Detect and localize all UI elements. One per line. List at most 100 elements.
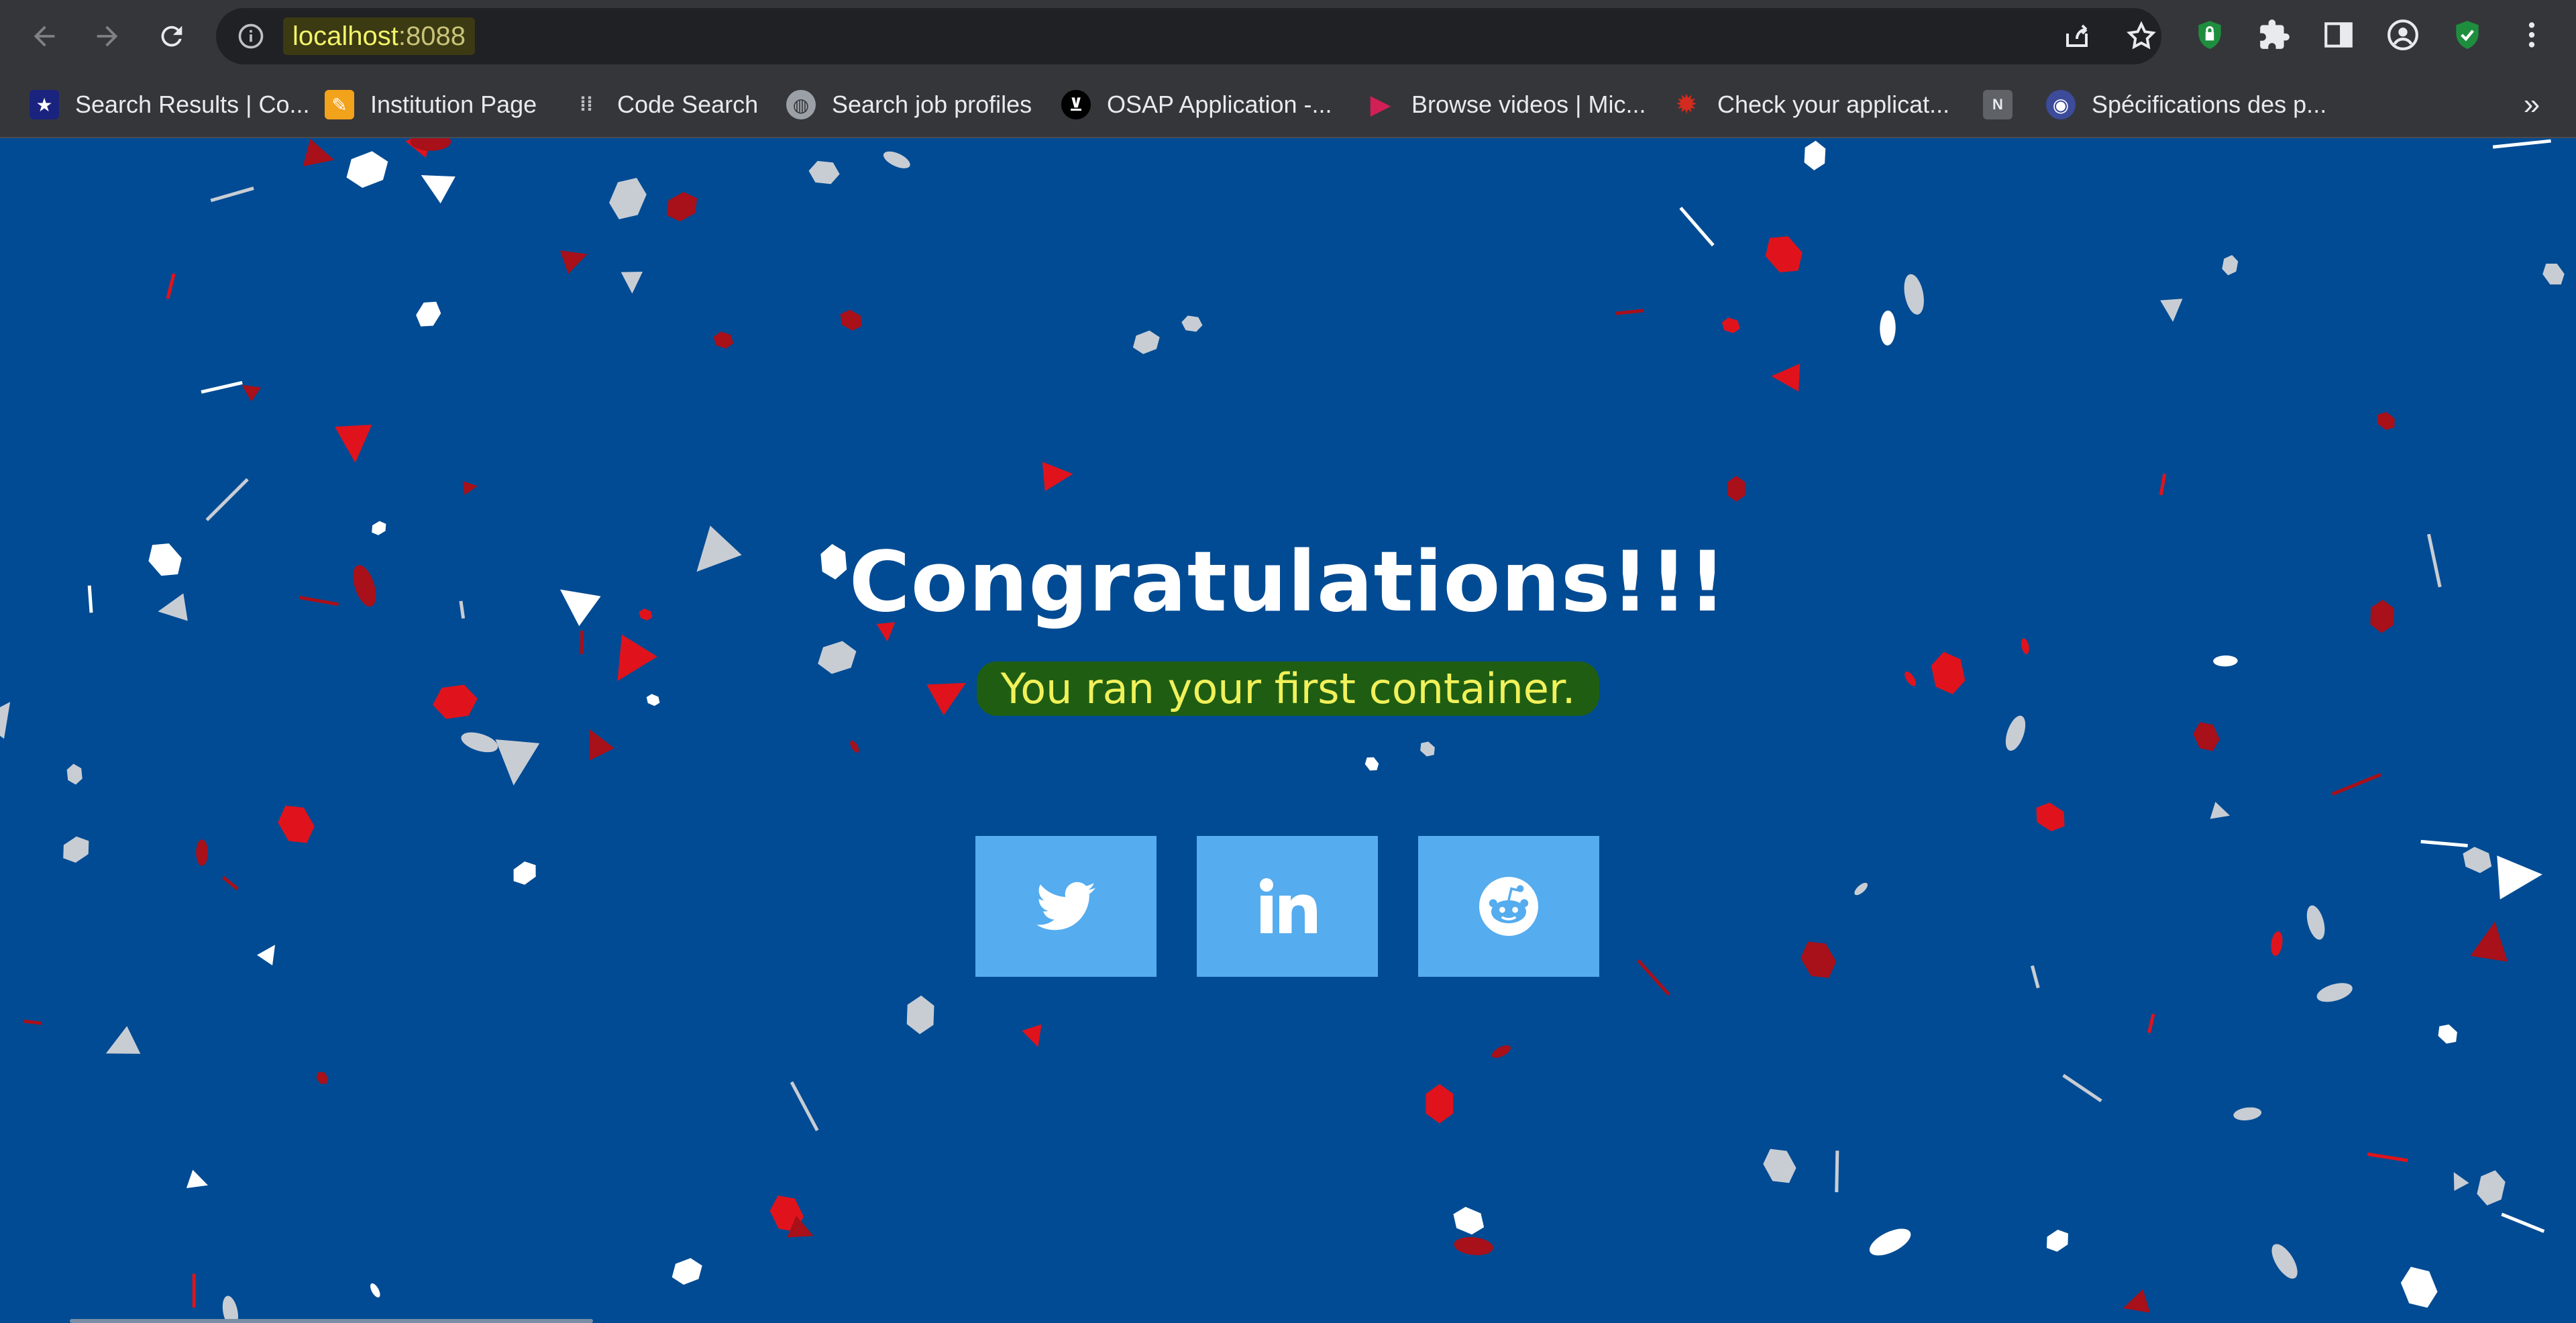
info-icon[interactable] xyxy=(236,21,266,51)
confetti-piece xyxy=(713,331,734,349)
confetti-piece xyxy=(105,1026,141,1054)
confetti-piece xyxy=(2463,847,2492,874)
confetti-piece xyxy=(1022,1024,1042,1047)
more-bookmarks-chevron-icon[interactable]: » xyxy=(2517,90,2546,119)
reload-button[interactable] xyxy=(150,15,193,58)
bookmark-label: Search job profiles xyxy=(832,91,1032,118)
reload-icon xyxy=(161,25,182,47)
extension-shield-icon[interactable] xyxy=(2190,15,2230,55)
linkedin-icon xyxy=(1260,878,1317,933)
subtitle-wrap: You ran your first container. xyxy=(0,662,2576,716)
confetti-piece xyxy=(201,380,243,394)
bookmark-item[interactable]: ▶ Browse videos | Mic... xyxy=(1366,85,1646,125)
bookmark-label: OSAP Application -... xyxy=(1107,91,1332,118)
n-icon: N xyxy=(1983,90,2012,119)
twitter-icon xyxy=(1036,882,1095,931)
horizontal-scrollbar[interactable] xyxy=(70,1319,593,1323)
confetti-piece xyxy=(1804,140,1826,170)
confetti-piece xyxy=(1880,310,1896,346)
confetti-piece xyxy=(2222,255,2239,276)
confetti-piece xyxy=(1454,1236,1493,1255)
url-host: localhost xyxy=(292,21,398,51)
confetti-piece xyxy=(2420,839,2468,847)
confetti-piece xyxy=(2160,299,2183,322)
confetti-piece xyxy=(808,160,840,184)
confetti-piece xyxy=(1765,236,1803,273)
confetti-piece xyxy=(2005,715,2026,751)
confetti-piece xyxy=(1453,1206,1485,1235)
url-port: :8088 xyxy=(398,21,466,51)
confetti-piece xyxy=(462,481,478,495)
confetti-piece xyxy=(2501,1212,2545,1233)
confetti-piece xyxy=(2030,965,2040,989)
profile-avatar-icon[interactable] xyxy=(2383,15,2423,55)
page-content: Congratulations!!! You ran your first co… xyxy=(0,138,2576,1323)
address-bar[interactable]: localhost:8088 xyxy=(216,8,2161,64)
bookmark-item[interactable]: ★ Search Results | Co... xyxy=(30,85,310,125)
menu-kebab-icon[interactable] xyxy=(2512,15,2552,55)
confetti-piece xyxy=(2453,1172,2469,1191)
globe-icon: ◍ xyxy=(786,90,816,119)
confetti-animation xyxy=(0,138,2565,1323)
confetti-piece xyxy=(2233,1107,2262,1121)
bookmark-label: Code Search xyxy=(617,91,759,118)
confetti-piece xyxy=(205,478,249,521)
confetti-piece xyxy=(2477,1170,2506,1206)
confetti-piece xyxy=(495,739,540,786)
confetti-piece xyxy=(370,1283,380,1298)
confetti-piece xyxy=(2497,855,2542,900)
confetti-piece xyxy=(1763,1149,1796,1183)
bookmark-item[interactable]: N xyxy=(1983,85,2029,125)
bookmark-item[interactable]: ✹ Check your applicat... xyxy=(1672,85,1949,125)
confetti-piece xyxy=(2331,773,2381,796)
forward-button[interactable] xyxy=(86,15,129,58)
confetti-piece xyxy=(513,861,536,885)
confetti-piece xyxy=(421,175,455,204)
bookmark-item[interactable]: ◉ Spécifications des p... xyxy=(2046,85,2326,125)
security-check-icon[interactable] xyxy=(2447,15,2487,55)
confetti-piece xyxy=(2021,638,2029,655)
bookmark-star-icon[interactable] xyxy=(2125,20,2157,52)
confetti-piece xyxy=(2159,473,2167,496)
confetti-piece xyxy=(210,187,254,203)
star-flag-icon: ★ xyxy=(30,90,59,119)
confetti-piece xyxy=(906,995,934,1035)
bookmark-label: Check your applicat... xyxy=(1717,91,1950,118)
back-button[interactable] xyxy=(23,15,66,58)
confetti-piece xyxy=(2400,1267,2438,1308)
eye-icon: ◉ xyxy=(2046,90,2076,119)
confetti-piece xyxy=(222,876,239,890)
bookmark-item[interactable]: ⊻ OSAP Application -... xyxy=(1061,85,1332,125)
bookmark-item[interactable]: ◍ Search job profiles xyxy=(786,85,1032,125)
confetti-piece xyxy=(1771,363,1801,392)
linkedin-share-button[interactable] xyxy=(1197,836,1378,977)
side-panel-icon[interactable] xyxy=(2318,15,2359,55)
confetti-piece xyxy=(1132,330,1160,354)
confetti-piece xyxy=(257,945,276,965)
url-text[interactable]: localhost:8088 xyxy=(283,17,475,55)
confetti-piece xyxy=(559,250,588,274)
bookmark-item[interactable]: ✎ Institution Page xyxy=(325,85,537,125)
twitter-share-button[interactable] xyxy=(975,836,1157,977)
reddit-share-button[interactable] xyxy=(1418,836,1599,977)
bookmark-label: Browse videos | Mic... xyxy=(1411,91,1646,118)
confetti-piece xyxy=(1181,315,1203,332)
confetti-piece xyxy=(1801,941,1837,978)
confetti-piece xyxy=(196,839,208,866)
confetti-piece xyxy=(672,1258,702,1285)
confetti-piece xyxy=(589,729,614,761)
share-page-icon[interactable] xyxy=(2061,20,2093,52)
reddit-icon xyxy=(1479,877,1538,936)
confetti-piece xyxy=(666,192,698,222)
confetti-piece xyxy=(609,178,647,219)
confetti-piece xyxy=(192,1273,196,1308)
bookmarks-bar: ★ Search Results | Co... ✎ Institution P… xyxy=(0,72,2576,138)
confetti-piece xyxy=(63,836,89,863)
confetti-piece xyxy=(2306,905,2325,940)
confetti-piece xyxy=(580,631,584,654)
bookmark-item[interactable]: ⁞⁞ Code Search xyxy=(572,85,758,125)
confetti-piece xyxy=(2492,139,2551,149)
extensions-puzzle-icon[interactable] xyxy=(2254,15,2294,55)
confetti-piece xyxy=(790,1081,819,1132)
confetti-piece xyxy=(2271,1244,2298,1279)
